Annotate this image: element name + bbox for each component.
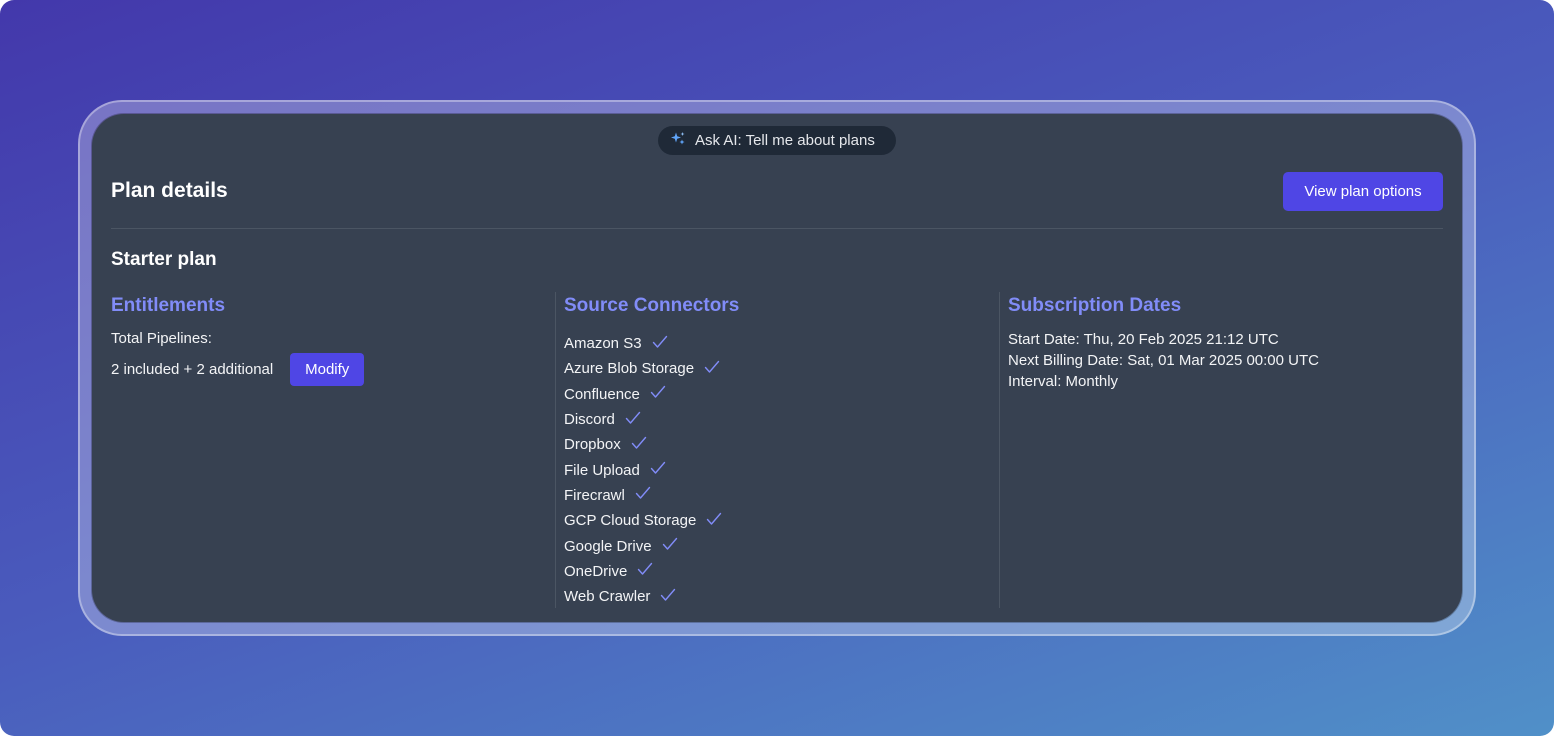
- subscription-dates-section: Subscription Dates Start Date: Thu, 20 F…: [999, 292, 1443, 608]
- view-plan-options-button[interactable]: View plan options: [1283, 172, 1443, 211]
- connector-name: Amazon S3: [564, 335, 642, 353]
- connector-item: Dropbox: [564, 432, 999, 457]
- connector-name: Firecrawl: [564, 486, 625, 504]
- connector-list: Amazon S3 Azure Blob Storage Confluence Dis…: [564, 331, 999, 609]
- check-icon: [640, 461, 666, 479]
- pipelines-row: 2 included + 2 additional Modify: [111, 353, 555, 386]
- start-date: Start Date: Thu, 20 Feb 2025 21:12 UTC: [1008, 331, 1279, 348]
- subscription-dates-heading: Subscription Dates: [1008, 295, 1182, 316]
- subscription-dates-list: Start Date: Thu, 20 Feb 2025 21:12 UTC N…: [1008, 329, 1443, 392]
- connector-item: Azure Blob Storage: [564, 356, 999, 381]
- page-title: Plan details: [111, 179, 228, 202]
- connector-item: Confluence: [564, 382, 999, 407]
- check-icon: [642, 335, 668, 353]
- check-icon: [625, 486, 651, 504]
- plan-details-card: Ask AI: Tell me about plans Plan details…: [92, 114, 1462, 622]
- source-connectors-section: Source Connectors Amazon S3 Azure Blob St…: [555, 292, 999, 608]
- connector-name: GCP Cloud Storage: [564, 512, 697, 530]
- modify-button[interactable]: Modify: [290, 353, 365, 386]
- source-connectors-heading: Source Connectors: [564, 295, 740, 316]
- connector-name: File Upload: [564, 461, 640, 479]
- ask-ai-button[interactable]: Ask AI: Tell me about plans: [658, 126, 896, 155]
- total-pipelines-value: 2 included + 2 additional: [111, 361, 274, 378]
- total-pipelines-label: Total Pipelines:: [111, 330, 212, 347]
- entitlements-heading: Entitlements: [111, 295, 226, 316]
- connector-item: Amazon S3: [564, 331, 999, 356]
- check-icon: [694, 360, 720, 378]
- connector-name: Azure Blob Storage: [564, 360, 695, 378]
- connector-name: Confluence: [564, 385, 640, 403]
- connector-name: Discord: [564, 411, 615, 429]
- connector-name: Web Crawler: [564, 588, 651, 606]
- sparkles-icon: [670, 131, 695, 151]
- billing-interval: Interval: Monthly: [1008, 373, 1119, 390]
- check-icon: [627, 562, 653, 580]
- ask-ai-label: Ask AI: Tell me about plans: [695, 132, 875, 149]
- next-billing-date: Next Billing Date: Sat, 01 Mar 2025 00:0…: [1008, 352, 1319, 369]
- connector-item: File Upload: [564, 457, 999, 482]
- connector-item: GCP Cloud Storage: [564, 508, 999, 533]
- connector-name: Dropbox: [564, 436, 621, 454]
- check-icon: [615, 411, 641, 429]
- connector-item: OneDrive: [564, 559, 999, 584]
- connector-item: Web Crawler: [564, 584, 999, 609]
- entitlements-section: Entitlements Total Pipelines: 2 included…: [111, 292, 555, 608]
- connector-name: Google Drive: [564, 537, 652, 555]
- check-icon: [650, 588, 676, 606]
- connector-name: OneDrive: [564, 562, 628, 580]
- check-icon: [696, 512, 722, 530]
- connector-item: Discord: [564, 407, 999, 432]
- connector-item: Google Drive: [564, 533, 999, 558]
- connector-item: Firecrawl: [564, 483, 999, 508]
- check-icon: [621, 436, 647, 454]
- plan-name: Starter plan: [111, 249, 217, 270]
- check-icon: [640, 385, 666, 403]
- divider: [111, 228, 1443, 229]
- check-icon: [652, 537, 678, 555]
